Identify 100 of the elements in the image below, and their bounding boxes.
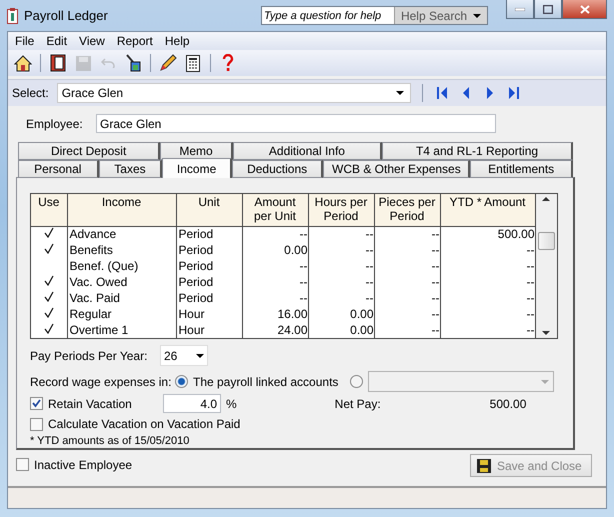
radio-button[interactable] — [350, 375, 364, 388]
table-cell: Regular — [67, 306, 176, 322]
tab[interactable]: Deductions — [232, 160, 324, 178]
column-header: YTD * Amount — [440, 194, 535, 226]
table-cell: Period — [176, 258, 242, 275]
column-header: Use — [31, 194, 67, 226]
table-cell: Hour — [176, 306, 242, 322]
retain-vacation-checkbox[interactable] — [30, 397, 43, 410]
dropdown-caret-icon — [473, 14, 481, 18]
table-cell: -- — [308, 290, 374, 306]
book-icon — [50, 54, 66, 72]
table-cell: -- — [308, 226, 374, 243]
minimize-icon — [515, 8, 525, 10]
window-title: Payroll Ledger — [24, 8, 108, 23]
table-cell: -- — [374, 242, 440, 259]
vacation-percent-field[interactable]: 4.0 — [163, 394, 221, 413]
table-cell: -- — [242, 226, 308, 243]
tab[interactable]: Direct Deposit — [18, 142, 160, 160]
net-pay-label: Net Pay: — [334, 396, 382, 410]
scroll-up-icon — [542, 197, 550, 201]
select-label: Select: — [12, 86, 49, 100]
help-search-button[interactable]: Help Search — [394, 7, 487, 24]
employee-field[interactable]: Grace Glen — [96, 114, 496, 133]
help-question-field[interactable]: Type a question for help — [262, 8, 394, 23]
table-cell: -- — [308, 242, 374, 259]
calculate-vacation-label: Calculate Vacation on Vacation Paid — [48, 417, 240, 431]
checkmark-icon — [44, 322, 54, 334]
close-button[interactable] — [562, 0, 607, 19]
table-cell: -- — [242, 290, 308, 306]
tab[interactable]: WCB & Other Expenses — [323, 160, 470, 178]
column-header: Income — [67, 194, 176, 226]
clipboard-icon — [7, 8, 18, 24]
table-cell: -- — [374, 226, 440, 243]
table-cell: Advance — [67, 226, 176, 243]
table-cell: -- — [440, 290, 535, 306]
pay-periods-select[interactable]: 26 — [160, 345, 208, 366]
employee-select[interactable]: Grace Glen — [56, 83, 411, 103]
tab[interactable]: Personal — [18, 160, 98, 178]
minimize-button[interactable] — [506, 0, 534, 19]
scrollbar[interactable] — [536, 194, 557, 338]
checkmark-icon — [44, 243, 54, 254]
table-cell: -- — [242, 258, 308, 275]
record-expenses-label: Record wage expenses in: — [30, 374, 172, 388]
table-cell: -- — [440, 242, 535, 259]
menu-item[interactable]: View — [74, 33, 110, 49]
table-cell: Benefits — [67, 242, 176, 259]
table-cell: 0.00 — [308, 306, 374, 322]
table-cell: 500.00 — [440, 226, 535, 243]
scroll-thumb[interactable] — [538, 232, 555, 250]
column-header: Hours per Period — [308, 194, 374, 226]
table-cell: -- — [242, 274, 308, 290]
calculator-icon — [186, 54, 200, 72]
table-cell: 16.00 — [242, 306, 308, 322]
table-cell: -- — [374, 322, 440, 338]
dropdown-caret-icon — [541, 380, 550, 384]
tab[interactable]: T4 and RL-1 Reporting — [382, 142, 573, 160]
tab[interactable]: Taxes — [98, 160, 162, 178]
column-header: Amount per Unit — [242, 194, 308, 226]
percent-label: % — [226, 396, 237, 410]
maximize-icon — [543, 4, 553, 14]
dropdown-caret-icon — [396, 91, 404, 95]
table-cell: -- — [440, 322, 535, 338]
scroll-down-icon — [542, 331, 550, 335]
tab[interactable]: Income — [162, 158, 232, 178]
table-cell: -- — [308, 274, 374, 290]
checkmark-icon — [44, 306, 54, 318]
table-cell: Benef. (Que) — [67, 258, 176, 275]
radio-label: The payroll linked accounts — [193, 374, 338, 388]
next-icon — [484, 87, 495, 99]
table-cell: Vac. Paid — [67, 290, 176, 306]
menu-item[interactable]: Edit — [41, 33, 72, 49]
toolbar-button[interactable] — [157, 52, 179, 74]
employee-label: Employee: — [26, 116, 84, 130]
help-search-box[interactable]: Type a question for help Help Search — [260, 6, 488, 25]
menu-item[interactable]: Report — [112, 33, 158, 49]
table-cell: Hour — [176, 322, 242, 338]
table-cell: -- — [374, 258, 440, 275]
column-header: Unit — [176, 194, 242, 226]
tab[interactable]: Entitlements — [470, 160, 573, 178]
table-cell: Period — [176, 242, 242, 259]
table-cell: -- — [308, 258, 374, 275]
calculate-vacation-checkbox[interactable] — [30, 418, 43, 430]
table-cell: -- — [374, 290, 440, 306]
table-cell: Overtime 1 — [67, 322, 176, 338]
inactive-employee-label: Inactive Employee — [34, 458, 132, 472]
net-pay-value: 500.00 — [490, 396, 526, 410]
pay-periods-label: Pay Periods Per Year: — [30, 348, 148, 362]
table-cell: -- — [374, 306, 440, 322]
table-cell: -- — [440, 274, 535, 290]
ytd-note: * YTD amounts as of 15/05/2010 — [30, 435, 190, 447]
menu-item[interactable]: File — [10, 33, 40, 49]
checkmark-icon — [44, 290, 54, 302]
previous-icon — [460, 87, 471, 99]
table-cell: -- — [440, 306, 535, 322]
radio-button[interactable] — [175, 375, 188, 388]
menu-item[interactable]: Help — [160, 33, 195, 49]
maximize-button[interactable] — [534, 0, 562, 19]
tab[interactable]: Additional Info — [232, 142, 382, 160]
table-cell: Vac. Owed — [67, 274, 176, 290]
table-cell: -- — [374, 274, 440, 290]
